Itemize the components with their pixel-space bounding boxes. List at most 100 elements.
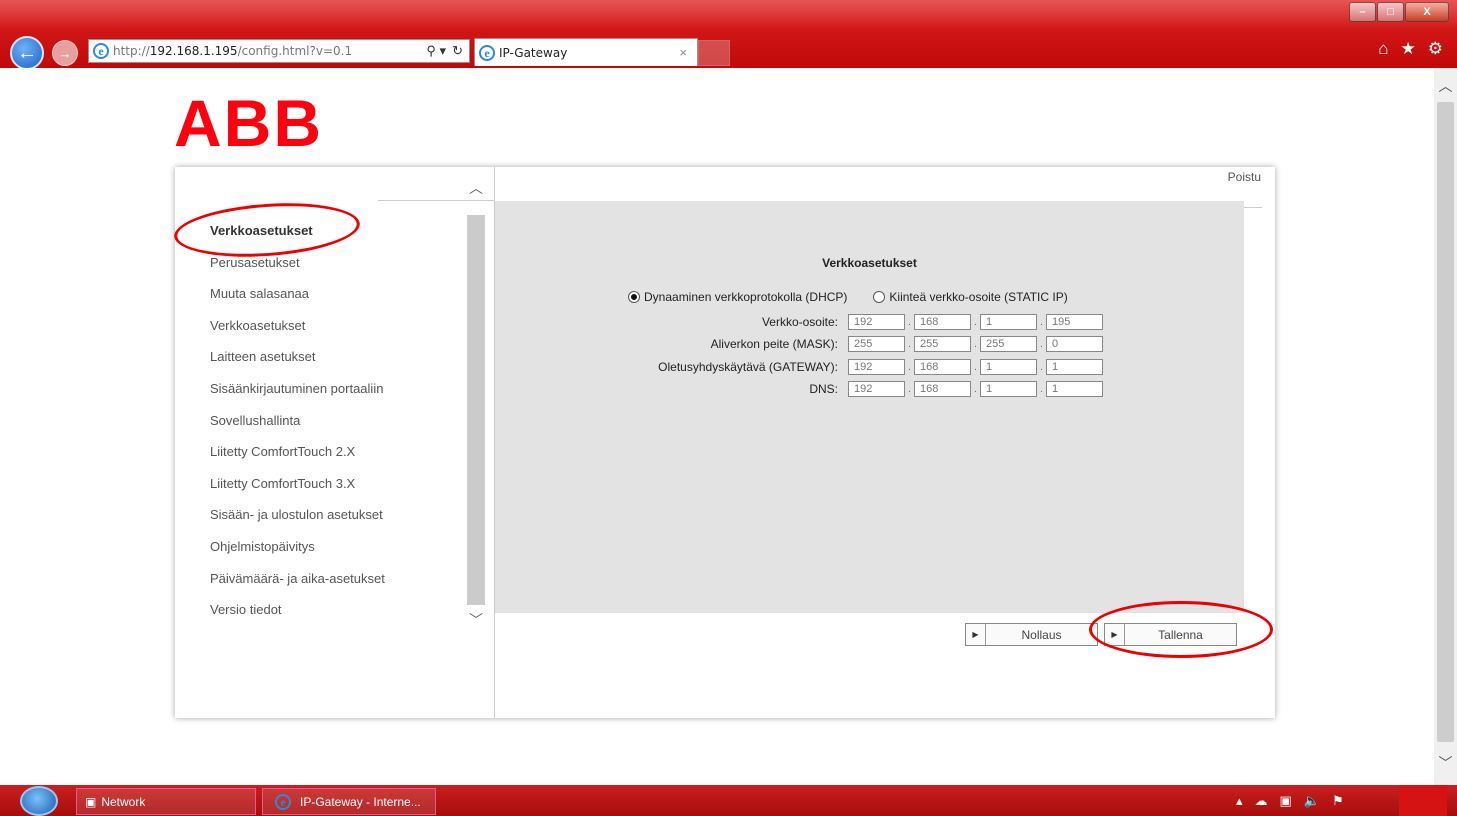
play-arrow-icon: ▶ [966, 624, 986, 645]
reset-button[interactable]: ▶ Nollaus [965, 623, 1098, 646]
gateway-octet-3[interactable]: 1 [980, 359, 1037, 375]
mask-label: Aliverkon peite (MASK): [710, 337, 838, 351]
home-icon[interactable]: ⌂ [1378, 39, 1388, 59]
maximize-button[interactable]: □ [1377, 2, 1404, 22]
sidebar-scrollbar[interactable]: ︿ ﹀ [467, 179, 485, 629]
network-settings-form: Verkkoasetukset Dynaaminen verkkoprotoko… [495, 201, 1244, 613]
address-url[interactable]: http://192.168.1.195/config.html?v=0.1 [113, 44, 426, 58]
tray-device-icon[interactable]: ▣ [1280, 793, 1292, 809]
dns-octet-4[interactable]: 1 [1046, 381, 1103, 397]
dhcp-radio-dot[interactable] [628, 291, 640, 303]
gateway-octet-2[interactable]: 168 [914, 359, 971, 375]
sidebar-item-io-settings[interactable]: Sisään- ja ulostulon asetukset [210, 507, 385, 539]
play-arrow-icon: ▶ [1105, 624, 1125, 645]
octet-dot: . [1040, 316, 1043, 328]
mask-octet-2[interactable]: 255 [914, 336, 971, 352]
octet-dot: . [908, 383, 911, 395]
save-button[interactable]: ▶ Tallenna [1104, 623, 1237, 646]
favorites-icon[interactable]: ★ [1401, 39, 1416, 59]
sidebar-item-verkkoasetukset-heading[interactable]: Verkkoasetukset [210, 223, 385, 255]
browser-titlebar: – □ X ← → e http://192.168.1.195/config.… [0, 0, 1457, 70]
taskbar-item-network[interactable]: ▣ Network [76, 788, 256, 815]
ip-address-label: Verkko-osoite: [761, 315, 838, 329]
gateway-octet-1[interactable]: 192 [848, 359, 905, 375]
action-center-icon[interactable]: ⚑ [1332, 793, 1344, 809]
sidebar-item-laitteen-asetukset[interactable]: Laitteen asetukset [210, 349, 385, 381]
octet-dot: . [1040, 338, 1043, 350]
ip-address-row: Verkko-osoite: 192. 168. 1. 195 [495, 311, 1244, 333]
tab-ip-gateway[interactable]: e IP-Gateway × [474, 38, 698, 66]
octet-dot: . [974, 361, 977, 373]
sidebar-item-verkkoasetukset[interactable]: Verkkoasetukset [210, 318, 385, 350]
dhcp-radio[interactable]: Dynaaminen verkkoprotokolla (DHCP) [628, 290, 847, 304]
static-radio-label: Kiinteä verkko-osoite (STATIC IP) [889, 290, 1068, 304]
sidebar-item-muuta-salasanaa[interactable]: Muuta salasanaa [210, 286, 385, 318]
sidebar-scroll-thumb[interactable] [467, 215, 485, 605]
ie-page-icon: e [93, 43, 109, 59]
sidebar-menu: Verkkoasetukset Perusasetukset Muuta sal… [210, 223, 385, 634]
ip-octet-2[interactable]: 168 [914, 314, 971, 330]
chevron-down-icon[interactable]: ﹀ [467, 611, 485, 629]
tools-gear-icon[interactable]: ⚙ [1428, 39, 1443, 59]
chevron-down-icon[interactable]: ﹀ [1434, 753, 1457, 773]
network-icon: ▣ [85, 794, 97, 809]
page-scrollbar[interactable]: ︿ ﹀ [1434, 68, 1457, 785]
sidebar-item-version-info[interactable]: Versio tiedot [210, 602, 385, 634]
ie-tab-icon: e [479, 44, 495, 61]
ip-octet-4[interactable]: 195 [1046, 314, 1103, 330]
volume-icon[interactable]: 🔈 [1304, 793, 1320, 809]
sidebar-item-comforttouch-3x[interactable]: Liitetty ComfortTouch 3.X [210, 476, 385, 508]
show-desktop-button[interactable] [1399, 785, 1447, 816]
dns-label: DNS: [809, 382, 838, 396]
octet-dot: . [908, 338, 911, 350]
address-bar[interactable]: e http://192.168.1.195/config.html?v=0.1… [88, 39, 470, 63]
mask-octet-1[interactable]: 255 [848, 336, 905, 352]
gateway-octet-4[interactable]: 1 [1046, 359, 1103, 375]
chevron-up-icon[interactable]: ︿ [1434, 76, 1457, 96]
url-path: /config.html?v=0.1 [237, 44, 353, 58]
back-button[interactable]: ← [10, 36, 44, 70]
sidebar-item-comforttouch-2x[interactable]: Liitetty ComfortTouch 2.X [210, 444, 385, 476]
page-scroll-thumb[interactable] [1437, 102, 1454, 742]
new-tab-button[interactable] [698, 40, 730, 66]
search-dropdown-icon[interactable]: ⚲ ▾ [426, 43, 446, 59]
dns-octet-1[interactable]: 192 [848, 381, 905, 397]
close-window-button[interactable]: X [1405, 2, 1449, 22]
tray-expand-icon[interactable]: ▴ [1236, 793, 1243, 809]
refresh-icon[interactable]: ↻ [452, 43, 463, 59]
ip-octet-1[interactable]: 192 [848, 314, 905, 330]
sidebar-item-portal-login[interactable]: Sisäänkirjautuminen portaaliin [210, 381, 385, 413]
ie-taskbar-icon: e [275, 793, 291, 810]
tray-cloud-icon[interactable]: ☁ [1255, 793, 1268, 809]
ip-mode-radio-group: Dynaaminen verkkoprotokolla (DHCP) Kiint… [628, 290, 1068, 304]
taskbar-item-label: Network [101, 794, 146, 809]
close-tab-icon[interactable]: × [679, 45, 697, 60]
logout-link[interactable]: Poistu [1228, 170, 1261, 184]
ip-octet-3[interactable]: 1 [980, 314, 1037, 330]
sidebar-item-sovellushallinta[interactable]: Sovellushallinta [210, 413, 385, 445]
sidebar-item-date-time[interactable]: Päivämäärä- ja aika-asetukset [210, 571, 385, 603]
taskbar-item-label: IP-Gateway - Interne... [300, 794, 421, 809]
static-radio-dot[interactable] [873, 291, 886, 303]
gateway-row: Oletusyhdyskäytävä (GATEWAY): 192. 168. … [495, 356, 1244, 378]
minimize-button[interactable]: – [1349, 2, 1376, 22]
dns-octet-3[interactable]: 1 [980, 381, 1037, 397]
octet-dot: . [1040, 361, 1043, 373]
sidebar-item-software-update[interactable]: Ohjelmistopäivitys [210, 539, 385, 571]
dhcp-radio-label: Dynaaminen verkkoprotokolla (DHCP) [644, 290, 848, 304]
dns-octet-2[interactable]: 168 [914, 381, 971, 397]
mask-octet-4[interactable]: 0 [1046, 336, 1103, 352]
abb-logo: ABB [174, 86, 323, 160]
chevron-up-icon[interactable]: ︿ [467, 179, 485, 197]
octet-dot: . [908, 316, 911, 328]
forward-button[interactable]: → [52, 40, 78, 66]
start-button[interactable] [20, 786, 58, 816]
mask-octet-3[interactable]: 255 [980, 336, 1037, 352]
static-ip-radio[interactable]: Kiinteä verkko-osoite (STATIC IP) [873, 290, 1068, 304]
taskbar-item-ie[interactable]: e IP-Gateway - Interne... [262, 788, 436, 815]
system-tray: ▴ ☁ ▣ 🔈 ⚑ [1236, 793, 1344, 809]
page-viewport: ABB ︿ ﹀ Verkkoasetukset Perusasetukset M… [0, 68, 1434, 785]
header-rule [1244, 207, 1262, 208]
sidebar-item-perusasetukset[interactable]: Perusasetukset [210, 255, 385, 287]
mask-row: Aliverkon peite (MASK): 255. 255. 255. 0 [495, 333, 1244, 355]
